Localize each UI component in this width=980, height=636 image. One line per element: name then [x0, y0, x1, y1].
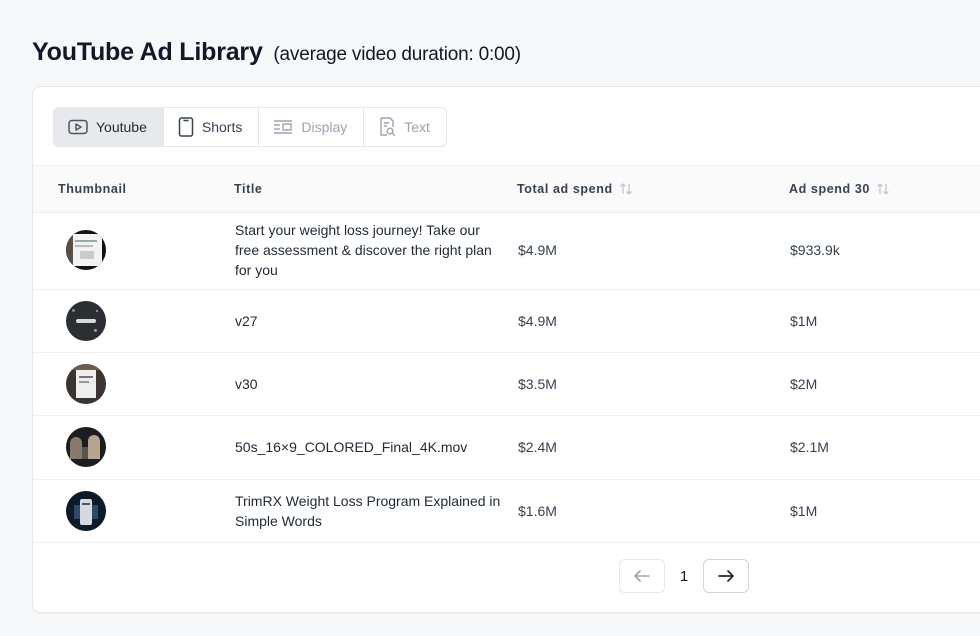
sort-icon [876, 183, 889, 195]
column-header-title-label: Title [234, 182, 263, 196]
arrow-right-icon [718, 570, 734, 582]
current-page-number[interactable]: 1 [679, 568, 689, 585]
tab-display[interactable]: Display [259, 108, 365, 146]
phone-icon [178, 117, 194, 137]
tab-shorts-label: Shorts [201, 119, 243, 135]
thumbnail-cell [66, 479, 106, 542]
table-header: Thumbnail Title Total ad spend Ad spend … [33, 165, 980, 213]
video-thumbnail[interactable] [66, 363, 106, 404]
thumbnail-cell [66, 211, 106, 289]
page-title-text: YouTube Ad Library [32, 38, 263, 66]
thumbnail-cell [66, 352, 106, 415]
total-ad-spend: $4.9M [518, 242, 557, 258]
ad-library-card: Youtube Shorts Display Text Thumbnail Ti… [32, 86, 980, 613]
ad-title[interactable]: Start your weight loss journey! Take our… [235, 211, 507, 289]
next-page-button[interactable] [703, 559, 749, 593]
tab-text[interactable]: Text [364, 108, 446, 146]
total-ad-spend: $1.6M [518, 502, 557, 519]
video-thumbnail[interactable] [66, 300, 106, 341]
previous-page-button[interactable] [619, 559, 665, 593]
ad-spend-30: $2M [790, 375, 818, 392]
page-title: YouTube Ad Library (average video durati… [32, 38, 521, 67]
ad-spend-30: $1M [790, 312, 818, 329]
sort-icon [619, 183, 632, 195]
video-thumbnail[interactable] [66, 427, 106, 467]
tab-youtube-label: Youtube [96, 119, 147, 135]
arrow-left-icon [634, 570, 650, 582]
column-header-ad-spend-30[interactable]: Ad spend 30 [789, 166, 890, 212]
video-thumbnail[interactable] [66, 230, 106, 270]
column-header-ad-spend-30-label: Ad spend 30 [789, 182, 870, 196]
ad-title[interactable]: v30 [235, 352, 507, 415]
thumbnail-cell [66, 415, 106, 479]
thumbnail-cell [66, 289, 106, 352]
column-header-thumbnail: Thumbnail [58, 166, 127, 212]
format-tabs: Youtube Shorts Display Text [53, 107, 447, 147]
tab-display-label: Display [301, 119, 348, 135]
ad-spend-30: $2.1M [790, 439, 829, 455]
column-header-thumbnail-label: Thumbnail [58, 182, 127, 196]
table-row[interactable]: v30 $3.5M $2M [33, 352, 980, 416]
tab-shorts[interactable]: Shorts [164, 108, 260, 146]
table-row[interactable]: Start your weight loss journey! Take our… [33, 211, 980, 290]
column-header-total-ad-spend-label: Total ad spend [517, 182, 613, 196]
total-ad-spend: $4.9M [518, 312, 557, 329]
table-row[interactable]: TrimRX Weight Loss Program Explained in … [33, 479, 980, 543]
play-icon [68, 119, 88, 135]
tab-text-label: Text [404, 119, 430, 135]
ad-spend-30: $1M [790, 502, 818, 519]
table-row[interactable]: 50s_16×9_COLORED_Final_4K.mov $2.4M $2.1… [33, 415, 980, 480]
ad-spend-30: $933.9k [790, 242, 840, 258]
video-thumbnail[interactable] [66, 490, 106, 531]
document-search-icon [380, 117, 396, 137]
table-row[interactable]: v27 $4.9M $1M [33, 289, 980, 353]
column-header-title: Title [234, 166, 262, 212]
ad-title[interactable]: TrimRX Weight Loss Program Explained in … [235, 479, 507, 542]
ad-title[interactable]: v27 [235, 289, 507, 352]
tab-youtube[interactable]: Youtube [54, 108, 164, 146]
page-subtitle: (average video duration: 0:00) [273, 44, 521, 65]
total-ad-spend: $3.5M [518, 375, 557, 392]
display-layout-icon [274, 120, 293, 134]
total-ad-spend: $2.4M [518, 439, 557, 455]
pagination: 1 [619, 559, 749, 593]
column-header-total-ad-spend[interactable]: Total ad spend [517, 166, 633, 212]
ad-title[interactable]: 50s_16×9_COLORED_Final_4K.mov [235, 415, 507, 479]
